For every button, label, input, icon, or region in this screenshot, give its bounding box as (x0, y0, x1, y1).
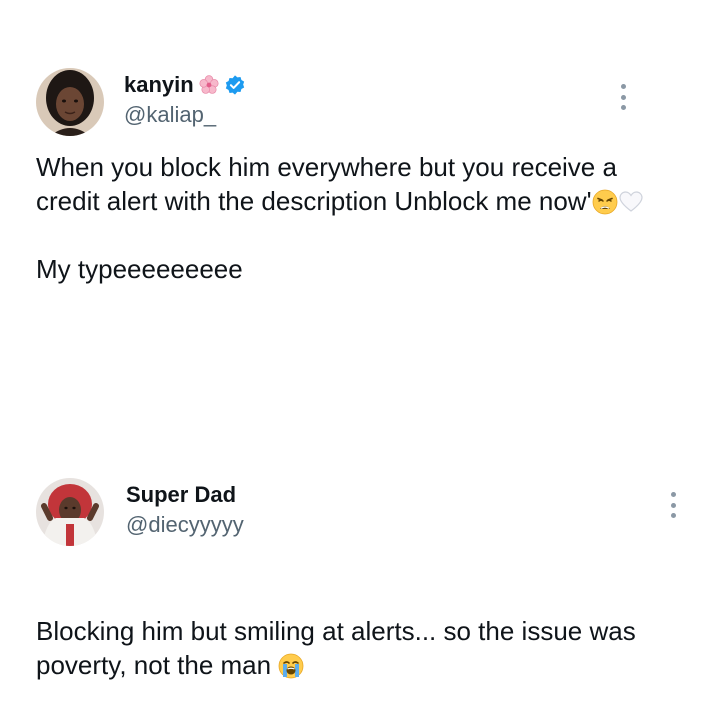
tweet-text: Blocking him but smiling at alerts... so… (36, 614, 686, 682)
tweet-text-part2: My typeeeeeeeee (36, 254, 243, 284)
avatar[interactable] (36, 478, 104, 546)
author-name-row: kanyin (124, 72, 246, 98)
author-name-row: Super Dad (126, 482, 236, 508)
avatar[interactable] (36, 68, 104, 136)
handle[interactable]: @diecyyyyy (126, 512, 244, 538)
handle[interactable]: @kaliap_ (124, 102, 216, 128)
verified-badge-icon (224, 74, 246, 96)
tweet-text-part1: When you block him everywhere but you re… (36, 152, 617, 216)
more-options-icon[interactable] (617, 82, 629, 112)
weary-face-emoji-icon (592, 189, 618, 215)
tweet-text-body: Blocking him but smiling at alerts... so… (36, 616, 636, 680)
display-name[interactable]: kanyin (124, 72, 194, 98)
tweet-text: When you block him everywhere but you re… (36, 150, 656, 286)
loudly-crying-face-emoji-icon (278, 653, 304, 679)
cherry-blossom-icon (198, 74, 220, 96)
more-options-icon[interactable] (667, 490, 679, 520)
white-heart-emoji-icon (618, 189, 644, 215)
display-name[interactable]: Super Dad (126, 482, 236, 508)
